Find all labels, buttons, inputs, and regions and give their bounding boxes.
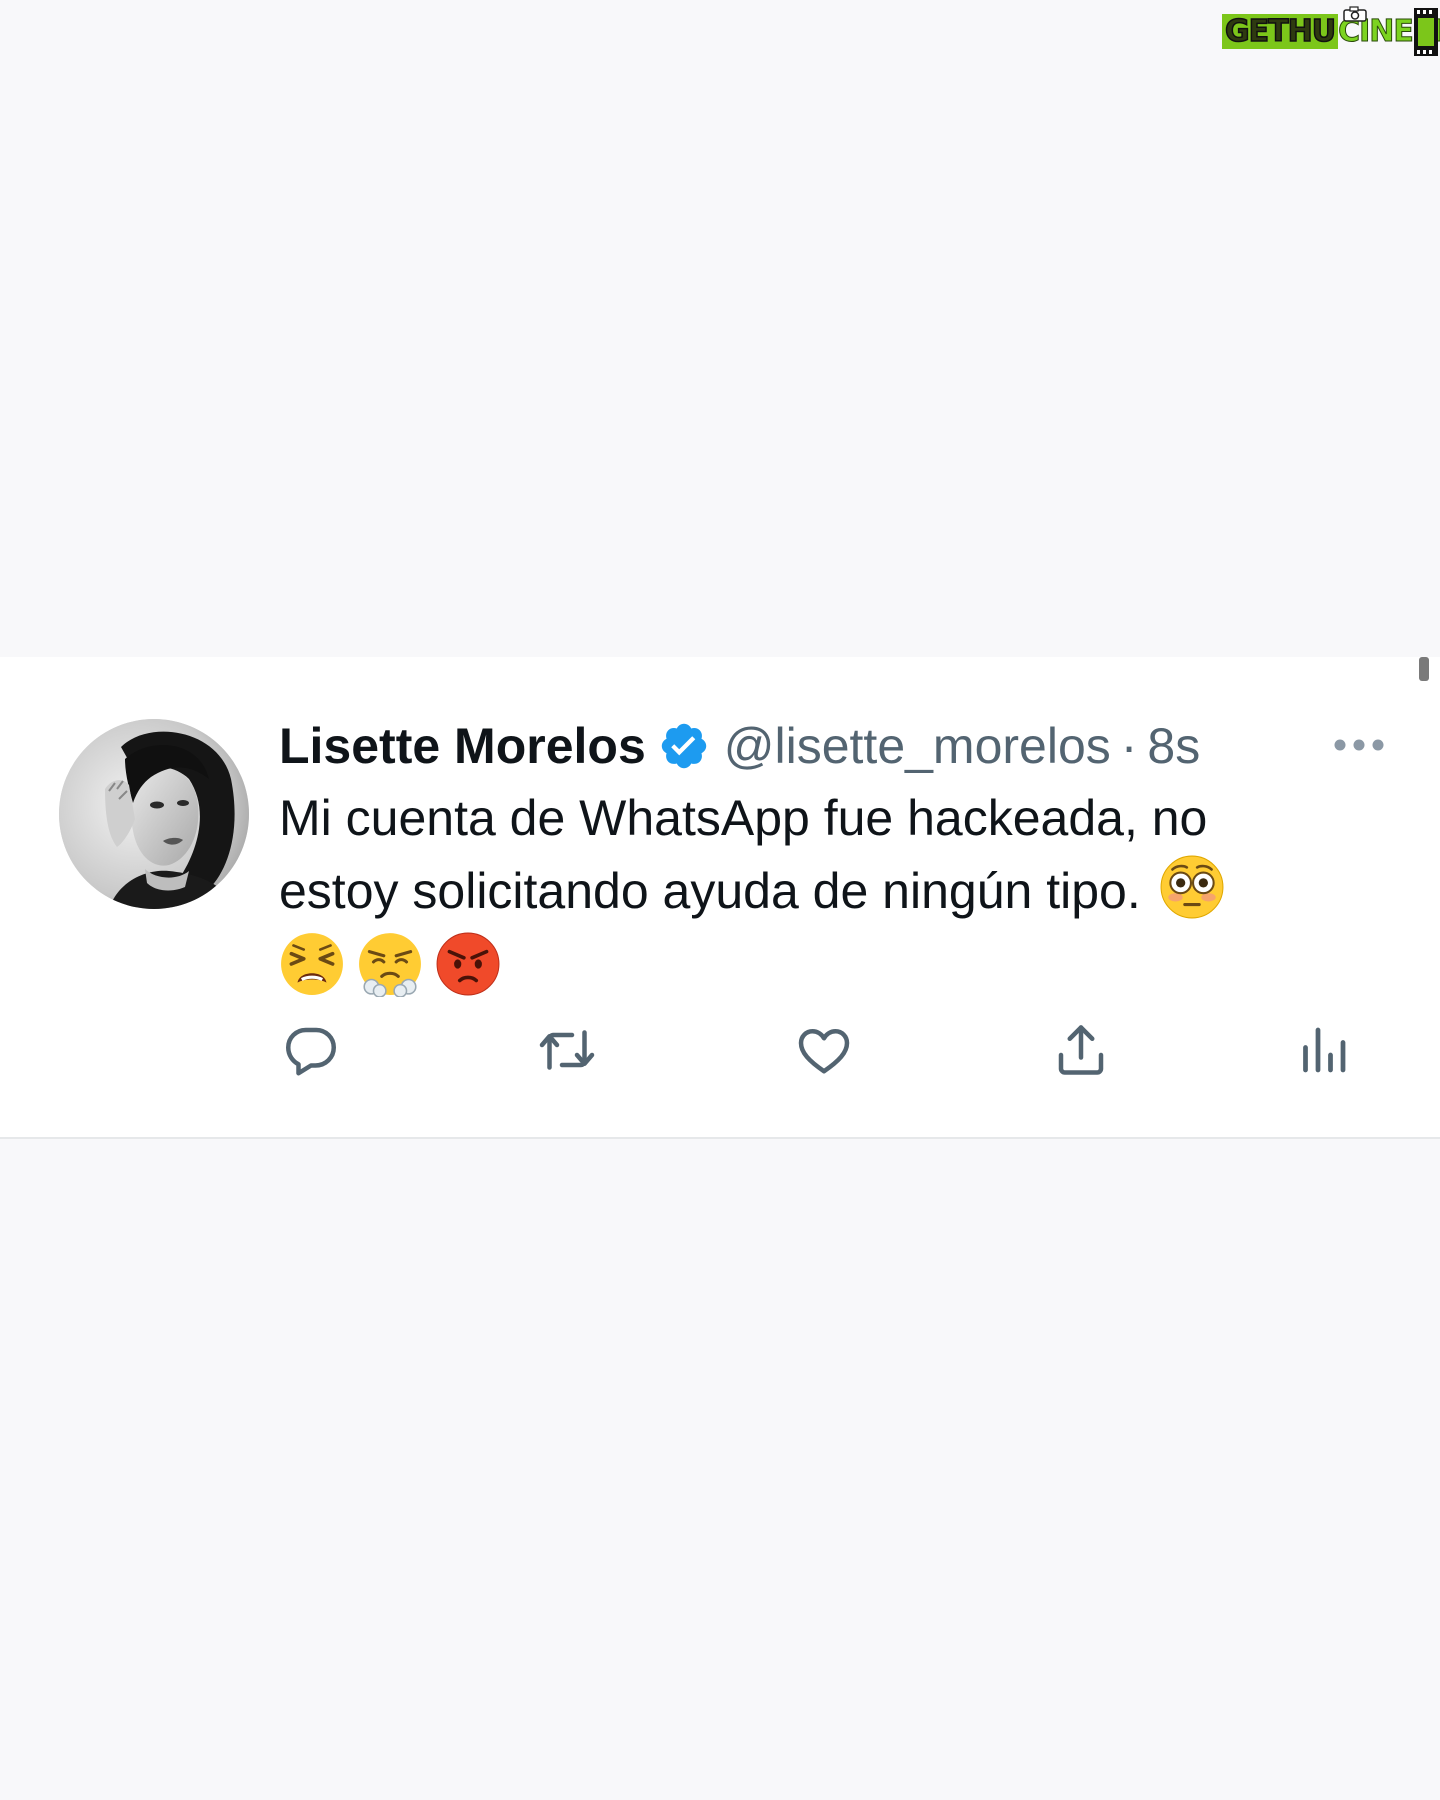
film-strip-icon: [1414, 8, 1438, 56]
tweet-header: Lisette Morelos @lisette_morelos · 8s: [279, 711, 1389, 781]
retweet-icon: [539, 1030, 595, 1070]
share-icon: [1058, 1025, 1104, 1075]
face-with-steam-from-nose-emoji: [359, 933, 421, 997]
scrollbar-thumb[interactable]: [1419, 657, 1429, 681]
tired-face-emoji: [281, 933, 343, 995]
tweet-timestamp[interactable]: 8s: [1147, 717, 1200, 775]
watermark-logo: GETHUCINEMA: [1222, 6, 1440, 56]
tweet-text-line-2: estoy solicitando ayuda de ningún tipo.: [279, 863, 1141, 919]
display-name[interactable]: Lisette Morelos: [279, 717, 646, 775]
like-button[interactable]: [792, 1020, 856, 1080]
avatar[interactable]: [59, 719, 249, 909]
verified-badge-icon: [661, 723, 706, 769]
emoji-row: [279, 931, 1389, 997]
reply-icon: [286, 1027, 336, 1076]
tweet-card[interactable]: Lisette Morelos @lisette_morelos · 8s Mi…: [0, 657, 1440, 1139]
analytics-icon: [1303, 1027, 1346, 1073]
watermark-brand-part-a: GETHU: [1222, 13, 1339, 50]
flushed-face-emoji: [1160, 855, 1224, 919]
share-button[interactable]: [1049, 1020, 1113, 1080]
reply-button[interactable]: [279, 1020, 343, 1080]
analytics-button[interactable]: [1291, 1020, 1355, 1080]
tweet-text-line-2-wrap: estoy solicitando ayuda de ningún tipo.: [279, 854, 1389, 927]
tweet-actions: [279, 1020, 1359, 1080]
tweet-body: Lisette Morelos @lisette_morelos · 8s Mi…: [279, 711, 1389, 997]
author-handle[interactable]: @lisette_morelos: [724, 717, 1111, 775]
more-options-button[interactable]: [1329, 725, 1389, 765]
pouting-face-emoji: [436, 932, 500, 996]
retweet-button[interactable]: [535, 1020, 599, 1080]
more-horizontal-icon: [1334, 739, 1384, 751]
profile-photo: [59, 719, 249, 909]
heart-icon: [798, 1029, 850, 1074]
tweet-text: Mi cuenta de WhatsApp fue hackeada, no e…: [279, 783, 1389, 997]
tweet-text-line-1: Mi cuenta de WhatsApp fue hackeada, no: [279, 790, 1208, 846]
watermark-text: GETHUCINEMA: [1222, 12, 1440, 52]
separator-dot: ·: [1120, 718, 1138, 774]
camera-icon: [1343, 6, 1367, 22]
